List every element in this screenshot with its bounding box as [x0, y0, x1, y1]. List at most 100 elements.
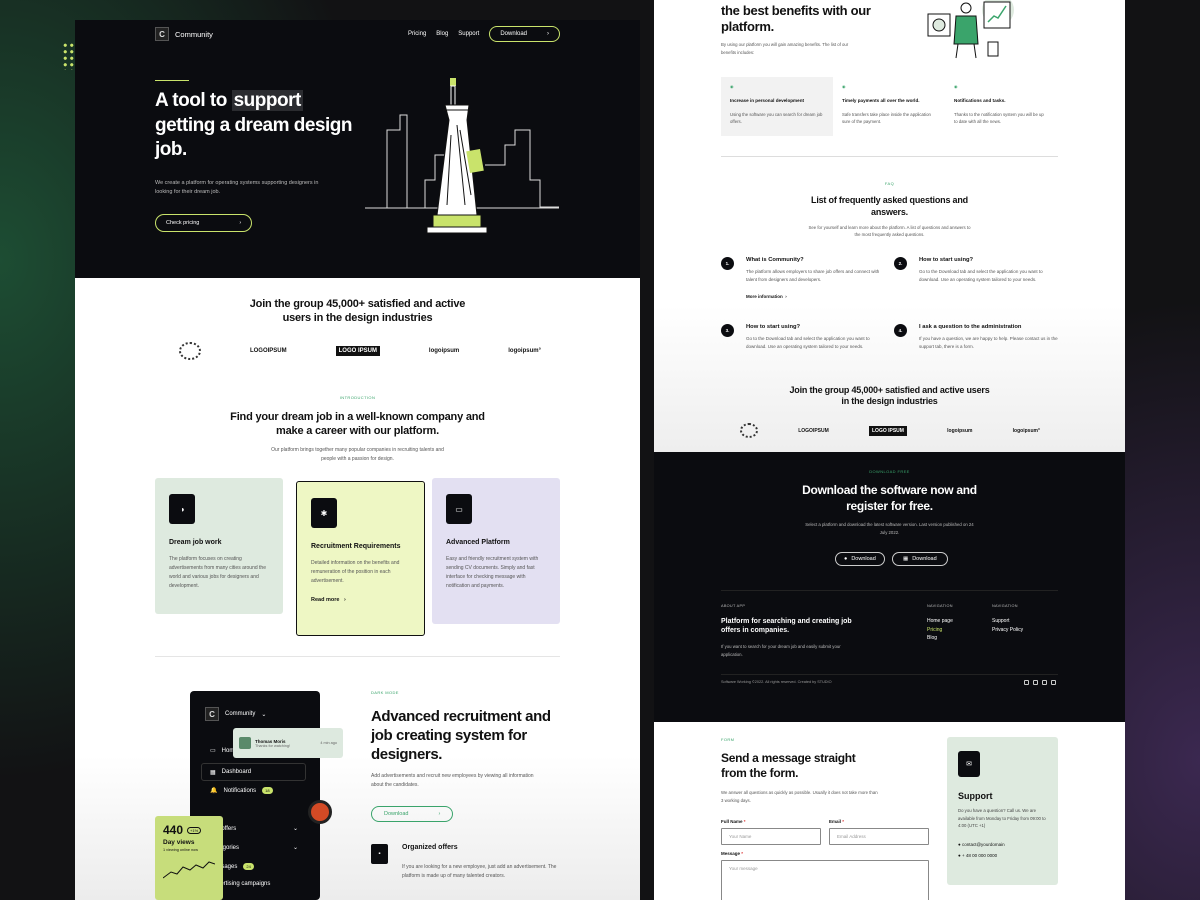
feature-description: If you are looking for a new employee, j… [402, 864, 557, 879]
asterisk-icon: ✱ [311, 498, 337, 528]
footer-divider [721, 590, 1058, 591]
support-card: ✉ Support Do you have a question? Call u… [947, 737, 1058, 885]
footer-link-home[interactable]: Home page [927, 617, 953, 626]
nav-link-pricing[interactable]: Pricing [408, 31, 426, 37]
email-input[interactable]: Email Address [829, 828, 929, 845]
check-pricing-button[interactable]: Check pricing › [155, 214, 253, 232]
mail-icon: ✉ [958, 751, 980, 777]
card-title: Advanced Platform [446, 539, 510, 546]
hero-title-rest: getting a dream design job. [155, 114, 352, 161]
faq-answer: If you have a question, we are happy to … [919, 336, 1058, 349]
support-email[interactable]: ● contact@yourdomain [958, 842, 1047, 847]
sidebar-item-dashboard[interactable]: ▦ Dashboard [201, 763, 306, 781]
partner-logos: LOGOIPSUM LOGO IPSUM logoipsum logoipsum… [179, 342, 541, 360]
read-more-link[interactable]: Read more › [311, 597, 410, 603]
nav-download-button[interactable]: Download › [489, 26, 560, 42]
sidebar-item-notifications[interactable]: 🔔 Notifications 18 [210, 787, 273, 794]
email-label-text: Email [829, 819, 842, 824]
laurel-logo-icon [740, 423, 758, 438]
sidebar-brand-name: Community [225, 711, 256, 717]
email-label: Email * [829, 819, 845, 824]
support-email-text: contact@yourdomain [961, 841, 1005, 847]
faq-question: How to start using? [919, 257, 974, 263]
toast-message: Thanks for watching! [255, 743, 291, 748]
nav-link-support[interactable]: Support [458, 31, 479, 37]
footer-link-blog[interactable]: Blog [927, 634, 953, 643]
contrast-icon: ◑ [169, 494, 195, 524]
footer-nav-heading: NAVIGATION [992, 604, 1018, 608]
check-circle-icon: ● [958, 841, 961, 847]
card-description: Easy and friendly recruitment system wit… [446, 556, 539, 589]
sidebar-brand[interactable]: C Community ⌄ [205, 707, 266, 721]
card-description: Detailed information on the benefits and… [311, 560, 400, 584]
avatar [239, 737, 251, 749]
more-information-link[interactable]: More information › [746, 294, 891, 299]
linkedin-icon[interactable] [1042, 680, 1047, 685]
accent-line [155, 80, 189, 81]
message-badge: 24 [243, 863, 254, 870]
form-caption: FORM [721, 737, 735, 742]
footer-link-pricing[interactable]: Pricing [927, 626, 953, 635]
footer-link-privacy[interactable]: Privacy Policy [992, 626, 1023, 635]
stat-row: 440 +1% [163, 823, 215, 837]
support-description: Do you have a question? Call us. We are … [958, 808, 1046, 828]
faq-answer: Go to the Download tab and select the ap… [746, 336, 870, 349]
footer-about-heading: ABOUT APP [721, 604, 746, 608]
footer-about-title: Platform for searching and creating job … [721, 618, 852, 634]
faq-item[interactable]: 4. I ask a question to the administratio… [894, 324, 1064, 350]
sidebar-item-job-offers[interactable]: Job offers ⌄ [210, 825, 298, 833]
monitor-icon: ▭ [210, 748, 216, 754]
faq-item[interactable]: 3. How to start using? Go to the Download… [721, 324, 891, 350]
form-email-group: Email * Email Address [829, 819, 929, 845]
download-footer-section: DOWNLOAD FREE Download the software now … [654, 452, 1125, 722]
check-icon: ◉ [730, 84, 734, 89]
facebook-icon[interactable] [1033, 680, 1038, 685]
card-description: The platform focuses on creating adverti… [169, 556, 266, 589]
feature-card-advanced-platform[interactable]: ▭ Advanced Platform Easy and friendly re… [432, 478, 560, 624]
download-apple-button[interactable]: ● Download [835, 552, 885, 566]
partner-logo: logoipsum [947, 427, 973, 434]
download-windows-button[interactable]: ▦ Download [892, 552, 948, 566]
footer-nav-heading: NAVIGATION [927, 604, 953, 608]
dark-mode-download-button[interactable]: Download › [371, 806, 454, 822]
stat-number: 440 [163, 823, 184, 837]
join-title: Join the group 45,000+ satisfied and act… [789, 385, 990, 406]
name-label: Full Name * [721, 819, 746, 824]
dark-mode-description: Add advertisements and recruit new emplo… [371, 773, 534, 788]
stat-subtitle: 1 viewing online now [163, 848, 199, 852]
chat-toast[interactable]: Thomas Moris Thanks for watching! 4 min a… [233, 728, 343, 758]
partner-logo: LOGOIPSUM [249, 348, 287, 354]
logo-icon[interactable]: C [155, 27, 169, 41]
support-phone[interactable]: ● + 48 00 000 0000 [958, 853, 1047, 858]
intro-description: Our platform brings together many popula… [271, 447, 444, 462]
nav-link-blog[interactable]: Blog [436, 31, 448, 37]
faq-content: What is Community? The platform allows em… [746, 257, 891, 299]
message-textarea[interactable]: Your message [721, 860, 929, 900]
youtube-icon[interactable] [1051, 680, 1056, 685]
laurel-logo-icon [179, 342, 201, 360]
full-name-input[interactable]: Your Name [721, 828, 821, 845]
footer-link-support[interactable]: Support [992, 617, 1023, 626]
top-nav: C Community Pricing Blog Support Downloa… [155, 26, 560, 42]
partner-logos: LOGOIPSUM LOGO IPSUM logoipsum logoipsum… [740, 423, 1040, 438]
feature-card-dream-job[interactable]: ◑ Dream job work The platform focuses on… [155, 478, 283, 614]
brand-name[interactable]: Community [175, 30, 213, 39]
faq-item[interactable]: 2. How to start using? Go to the Download… [894, 257, 1064, 283]
benefit-title: Notifications and tasks. [954, 98, 1006, 103]
benefit-desc: Using the software you can search for dr… [730, 112, 823, 124]
benefit-item: ◉ Notifications and tasks. Thanks to the… [945, 77, 1057, 132]
toast-content: Thomas Moris Thanks for watching! [255, 739, 290, 748]
statue-of-liberty-illustration [365, 78, 559, 234]
windows-icon: ▦ [903, 556, 909, 562]
benefits-list: ◉ Increase in personal development Using… [721, 77, 1058, 157]
instagram-icon[interactable] [1024, 680, 1029, 685]
partner-logo: LOGO IPSUM [335, 346, 380, 356]
footer-social [1024, 680, 1056, 685]
faq-item[interactable]: 1. What is Community? The platform allows… [721, 257, 891, 299]
sidebar-item-categories[interactable]: Categories ⌄ [210, 844, 298, 852]
divider [155, 656, 560, 657]
intro-caption: INTRODUCTION [339, 395, 376, 400]
footer-nav-list: Home page Pricing Blog [927, 617, 953, 643]
read-more-label: Read more [311, 597, 340, 603]
feature-card-recruitment[interactable]: ✱ Recruitment Requirements Detailed info… [296, 481, 425, 636]
